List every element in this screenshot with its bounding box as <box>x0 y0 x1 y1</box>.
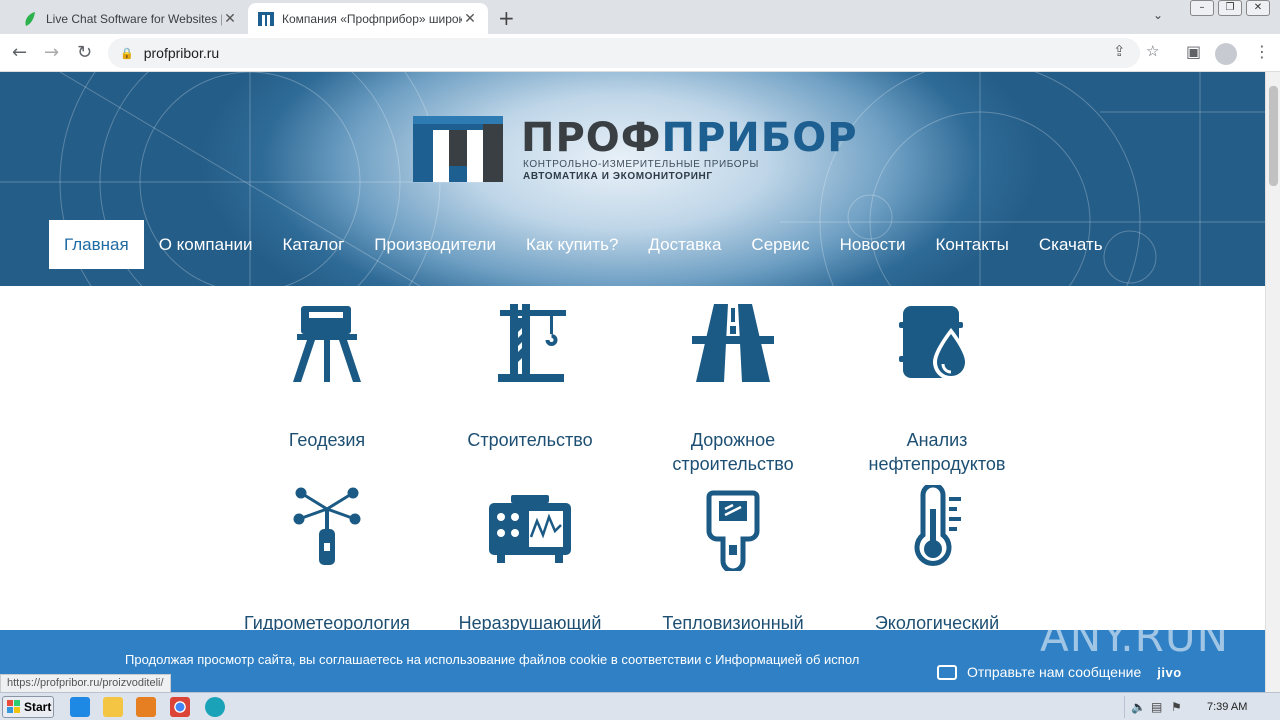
nav-download[interactable]: Скачать <box>1024 220 1118 269</box>
thermal-imager-icon <box>706 490 760 571</box>
tab-profpribor[interactable]: Компания «Профприбор» широкий ✕ <box>248 3 488 34</box>
site-header: ПРОФПРИБОР КОНТРОЛЬНО-ИЗМЕРИТЕЛЬНЫЕ ПРИБ… <box>0 72 1265 286</box>
window-controls: – ❐ ✕ <box>1190 0 1270 16</box>
leaf-icon <box>25 11 35 26</box>
tab-title: Компания «Профприбор» широкий <box>282 11 462 26</box>
address-bar[interactable]: 🔒 profpribor.ru <box>108 38 1140 68</box>
back-icon[interactable]: ← <box>12 42 27 63</box>
nav-delivery[interactable]: Доставка <box>633 220 736 269</box>
close-tab-icon[interactable]: ✕ <box>222 10 238 27</box>
logo-mark-icon <box>413 116 503 182</box>
category-geodesy[interactable]: Геодезия <box>227 302 427 452</box>
star-icon[interactable]: ☆ <box>1146 42 1159 60</box>
nav-home[interactable]: Главная <box>49 220 144 269</box>
tab-title: Live Chat Software for Websites | Ji <box>46 11 222 26</box>
nav-how-to-buy[interactable]: Как купить? <box>511 220 633 269</box>
main-nav: Главная О компании Каталог Производители… <box>49 220 1118 269</box>
edge-icon[interactable] <box>205 697 225 717</box>
clock[interactable]: 7:39 AM <box>1207 701 1247 713</box>
lock-icon: 🔒 <box>120 47 134 60</box>
logo-brand: ПРОФПРИБОР <box>521 116 858 160</box>
tab-live-chat[interactable]: Live Chat Software for Websites | Ji ✕ <box>12 3 248 34</box>
scrollbar-thumb[interactable] <box>1269 86 1278 186</box>
nav-news[interactable]: Новости <box>825 220 921 269</box>
close-window-icon[interactable]: ✕ <box>1246 0 1270 16</box>
chrome-icon[interactable] <box>170 697 190 717</box>
category-label: Строительство <box>467 430 593 450</box>
menu-icon[interactable]: ⋮ <box>1254 42 1270 61</box>
oil-barrel-drop-icon <box>899 306 969 380</box>
nav-manufacturers[interactable]: Производители <box>359 220 511 269</box>
category-oil-analysis[interactable]: Анализ нефтепродуктов <box>837 302 1037 476</box>
share-icon[interactable]: ⇪ <box>1113 42 1126 60</box>
category-ecological[interactable]: Экологический <box>837 485 1037 635</box>
chevron-down-icon[interactable]: ⌄ <box>1153 8 1163 22</box>
profpribor-icon <box>258 11 274 26</box>
chat-brand: jivo <box>1157 664 1182 680</box>
logo-brand-blue: ПРИБОР <box>661 115 858 161</box>
start-label: Start <box>24 700 52 714</box>
windows-taskbar: Start 🔈 ▤ ⚑ 7:39 AM <box>0 692 1280 720</box>
thermometer-icon <box>914 485 961 566</box>
web-page: ПРОФПРИБОР КОНТРОЛЬНО-ИЗМЕРИТЕЛЬНЫЕ ПРИБ… <box>0 72 1265 692</box>
close-tab-icon[interactable]: ✕ <box>462 10 478 27</box>
envelope-icon <box>937 664 957 680</box>
new-tab-icon[interactable]: + <box>498 6 515 30</box>
category-road-construction[interactable]: Дорожное строительство <box>633 302 833 476</box>
category-thermal-imaging[interactable]: Тепловизионный <box>633 485 833 635</box>
network-icon[interactable]: ▤ <box>1151 700 1165 714</box>
cookie-text: Продолжая просмотр сайта, вы соглашаетес… <box>125 652 860 667</box>
anemometer-icon <box>293 487 361 565</box>
category-construction[interactable]: Строительство <box>430 302 630 452</box>
category-non-destructive[interactable]: Неразрушающий <box>430 485 630 635</box>
restore-icon[interactable]: ❐ <box>1218 0 1242 16</box>
side-panel-icon[interactable]: ▣ <box>1186 42 1201 61</box>
category-label: Геодезия <box>288 430 366 450</box>
category-hydrometeorology[interactable]: Гидрометеорология <box>227 485 427 635</box>
status-bar-url: https://profpribor.ru/proizvoditeli/ <box>0 674 171 692</box>
nav-catalog[interactable]: Каталог <box>267 220 359 269</box>
ie-icon[interactable] <box>70 697 90 717</box>
flaw-detector-icon <box>489 495 571 563</box>
logo-tagline-2: АВТОМАТИКА И ЭКОМОНИТОРИНГ <box>523 171 713 182</box>
start-button[interactable]: Start <box>2 696 54 718</box>
site-logo[interactable]: ПРОФПРИБОР КОНТРОЛЬНО-ИЗМЕРИТЕЛЬНЫЕ ПРИБ… <box>413 116 858 186</box>
profile-avatar[interactable] <box>1215 43 1237 65</box>
category-label: Дорожное строительство <box>672 430 794 474</box>
media-player-icon[interactable] <box>136 697 156 717</box>
logo-brand-dark: ПРОФ <box>521 115 662 161</box>
minimize-icon[interactable]: – <box>1190 0 1214 16</box>
nav-service[interactable]: Сервис <box>736 220 824 269</box>
nav-about[interactable]: О компании <box>144 220 268 269</box>
reload-icon[interactable]: ↻ <box>77 42 92 63</box>
road-icon <box>692 304 774 382</box>
crane-icon <box>498 304 566 382</box>
tab-strip: Live Chat Software for Websites | Ji ✕ К… <box>0 0 1280 34</box>
nav-contacts[interactable]: Контакты <box>920 220 1023 269</box>
forward-icon[interactable]: → <box>44 42 59 63</box>
logo-tagline-1: КОНТРОЛЬНО-ИЗМЕРИТЕЛЬНЫЕ ПРИБОРЫ <box>523 159 759 170</box>
chat-widget-button[interactable]: Отправьте нам сообщение jivo <box>923 652 1223 692</box>
explorer-icon[interactable] <box>103 697 123 717</box>
flag-icon[interactable]: ⚑ <box>1171 700 1185 714</box>
browser-toolbar: ← → ↻ 🔒 profpribor.ru ⇪ ☆ ▣ ⋮ <box>0 34 1280 72</box>
tripod-level-icon <box>293 306 361 382</box>
volume-icon[interactable]: 🔈 <box>1131 700 1146 714</box>
chat-label: Отправьте нам сообщение <box>967 664 1142 680</box>
category-label: Анализ нефтепродуктов <box>868 430 1006 474</box>
page-scrollbar[interactable] <box>1265 72 1280 692</box>
url-text: profpribor.ru <box>143 45 220 61</box>
windows-flag-icon <box>7 700 20 713</box>
system-tray: 🔈 ▤ ⚑ 7:39 AM <box>1124 696 1278 718</box>
